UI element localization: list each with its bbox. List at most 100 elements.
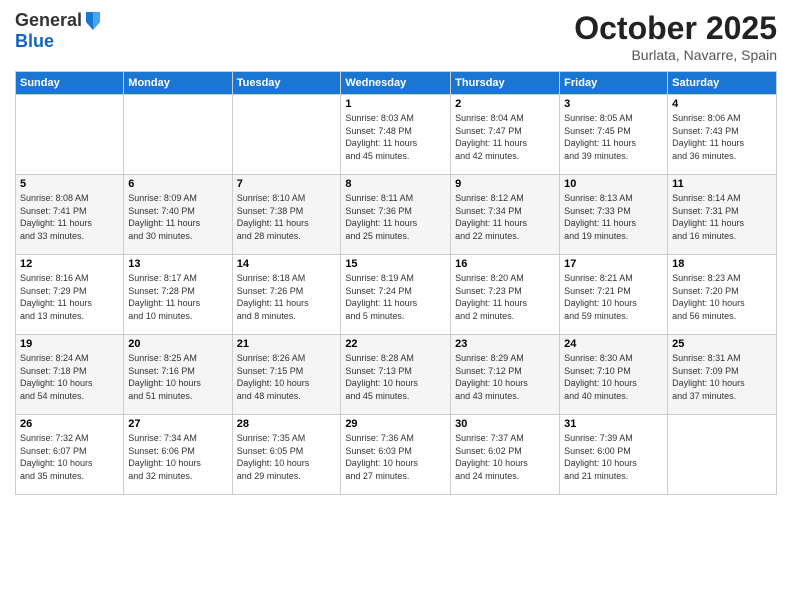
calendar-cell: 1 Sunrise: 8:03 AM Sunset: 7:48 PM Daylig… (341, 95, 451, 175)
day-info: Sunrise: 8:14 AM Sunset: 7:31 PM Dayligh… (672, 192, 772, 242)
header: General Blue October 2025 Burlata, Navar… (15, 10, 777, 63)
location: Burlata, Navarre, Spain (574, 47, 777, 63)
day-number: 13 (128, 258, 227, 270)
calendar-header-row: Sunday Monday Tuesday Wednesday Thursday… (16, 72, 777, 95)
day-info: Sunrise: 7:36 AM Sunset: 6:03 PM Dayligh… (345, 432, 446, 482)
day-info: Sunrise: 7:34 AM Sunset: 6:06 PM Dayligh… (128, 432, 227, 482)
calendar-cell: 11 Sunrise: 8:14 AM Sunset: 7:31 PM Dayli… (668, 175, 777, 255)
day-info: Sunrise: 7:39 AM Sunset: 6:00 PM Dayligh… (564, 432, 663, 482)
day-number: 15 (345, 258, 446, 270)
calendar-cell: 27 Sunrise: 7:34 AM Sunset: 6:06 PM Dayli… (124, 415, 232, 495)
calendar-cell (124, 95, 232, 175)
day-number: 5 (20, 178, 119, 190)
day-info: Sunrise: 8:26 AM Sunset: 7:15 PM Dayligh… (237, 352, 337, 402)
day-info: Sunrise: 8:16 AM Sunset: 7:29 PM Dayligh… (20, 272, 119, 322)
day-number: 7 (237, 178, 337, 190)
calendar-cell: 8Sunrise: 8:11 AM Sunset: 7:36 PM Daylig… (341, 175, 451, 255)
day-number: 3 (564, 98, 663, 110)
day-number: 27 (128, 418, 227, 430)
day-info: Sunrise: 8:17 AM Sunset: 7:28 PM Dayligh… (128, 272, 227, 322)
calendar-cell: 20 Sunrise: 8:25 AM Sunset: 7:16 PM Dayli… (124, 335, 232, 415)
col-monday: Monday (124, 72, 232, 95)
calendar-week-4: 19 Sunrise: 8:24 AM Sunset: 7:18 PM Dayli… (16, 335, 777, 415)
calendar-cell: 26Sunrise: 7:32 AM Sunset: 6:07 PM Dayli… (16, 415, 124, 495)
calendar-cell: 16 Sunrise: 8:20 AM Sunset: 7:23 PM Dayli… (451, 255, 560, 335)
calendar-cell: 2 Sunrise: 8:04 AM Sunset: 7:47 PM Daylig… (451, 95, 560, 175)
day-number: 16 (455, 258, 555, 270)
calendar-week-1: 1 Sunrise: 8:03 AM Sunset: 7:48 PM Daylig… (16, 95, 777, 175)
logo-icon (84, 10, 102, 32)
calendar-cell: 31 Sunrise: 7:39 AM Sunset: 6:00 PM Dayli… (560, 415, 668, 495)
day-info: Sunrise: 8:12 AM Sunset: 7:34 PM Dayligh… (455, 192, 555, 242)
day-info: Sunrise: 8:11 AM Sunset: 7:36 PM Dayligh… (345, 192, 446, 242)
day-info: Sunrise: 8:03 AM Sunset: 7:48 PM Dayligh… (345, 112, 446, 162)
page: General Blue October 2025 Burlata, Navar… (0, 0, 792, 612)
calendar-cell: 14Sunrise: 8:18 AM Sunset: 7:26 PM Dayli… (232, 255, 341, 335)
day-number: 1 (345, 98, 446, 110)
col-saturday: Saturday (668, 72, 777, 95)
calendar-cell: 3 Sunrise: 8:05 AM Sunset: 7:45 PM Daylig… (560, 95, 668, 175)
logo-general: General (15, 11, 82, 31)
day-info: Sunrise: 8:05 AM Sunset: 7:45 PM Dayligh… (564, 112, 663, 162)
day-number: 22 (345, 338, 446, 350)
calendar-cell: 30Sunrise: 7:37 AM Sunset: 6:02 PM Dayli… (451, 415, 560, 495)
calendar-cell: 22 Sunrise: 8:28 AM Sunset: 7:13 PM Dayli… (341, 335, 451, 415)
day-number: 11 (672, 178, 772, 190)
day-number: 10 (564, 178, 663, 190)
day-number: 23 (455, 338, 555, 350)
col-thursday: Thursday (451, 72, 560, 95)
day-info: Sunrise: 7:32 AM Sunset: 6:07 PM Dayligh… (20, 432, 119, 482)
day-number: 19 (20, 338, 119, 350)
calendar-cell: 15Sunrise: 8:19 AM Sunset: 7:24 PM Dayli… (341, 255, 451, 335)
calendar-cell: 10 Sunrise: 8:13 AM Sunset: 7:33 PM Dayli… (560, 175, 668, 255)
calendar-week-2: 5 Sunrise: 8:08 AM Sunset: 7:41 PM Daylig… (16, 175, 777, 255)
calendar-cell: 24Sunrise: 8:30 AM Sunset: 7:10 PM Dayli… (560, 335, 668, 415)
day-number: 25 (672, 338, 772, 350)
day-number: 4 (672, 98, 772, 110)
day-info: Sunrise: 8:04 AM Sunset: 7:47 PM Dayligh… (455, 112, 555, 162)
day-number: 17 (564, 258, 663, 270)
calendar-cell: 28 Sunrise: 7:35 AM Sunset: 6:05 PM Dayli… (232, 415, 341, 495)
calendar-cell: 12 Sunrise: 8:16 AM Sunset: 7:29 PM Dayli… (16, 255, 124, 335)
calendar-cell: 25 Sunrise: 8:31 AM Sunset: 7:09 PM Dayli… (668, 335, 777, 415)
day-info: Sunrise: 8:09 AM Sunset: 7:40 PM Dayligh… (128, 192, 227, 242)
day-info: Sunrise: 8:21 AM Sunset: 7:21 PM Dayligh… (564, 272, 663, 322)
calendar-week-3: 12 Sunrise: 8:16 AM Sunset: 7:29 PM Dayli… (16, 255, 777, 335)
day-info: Sunrise: 8:28 AM Sunset: 7:13 PM Dayligh… (345, 352, 446, 402)
title-block: October 2025 Burlata, Navarre, Spain (574, 10, 777, 63)
day-number: 31 (564, 418, 663, 430)
calendar-cell: 4 Sunrise: 8:06 AM Sunset: 7:43 PM Daylig… (668, 95, 777, 175)
day-number: 20 (128, 338, 227, 350)
month-title: October 2025 (574, 10, 777, 47)
day-info: Sunrise: 8:06 AM Sunset: 7:43 PM Dayligh… (672, 112, 772, 162)
day-number: 12 (20, 258, 119, 270)
day-info: Sunrise: 8:08 AM Sunset: 7:41 PM Dayligh… (20, 192, 119, 242)
day-number: 9 (455, 178, 555, 190)
day-number: 6 (128, 178, 227, 190)
day-info: Sunrise: 8:25 AM Sunset: 7:16 PM Dayligh… (128, 352, 227, 402)
day-number: 28 (237, 418, 337, 430)
calendar-cell: 5 Sunrise: 8:08 AM Sunset: 7:41 PM Daylig… (16, 175, 124, 255)
calendar-cell: 19 Sunrise: 8:24 AM Sunset: 7:18 PM Dayli… (16, 335, 124, 415)
calendar-cell: 13 Sunrise: 8:17 AM Sunset: 7:28 PM Dayli… (124, 255, 232, 335)
calendar-cell (16, 95, 124, 175)
day-info: Sunrise: 8:31 AM Sunset: 7:09 PM Dayligh… (672, 352, 772, 402)
calendar-cell: 7 Sunrise: 8:10 AM Sunset: 7:38 PM Daylig… (232, 175, 341, 255)
day-number: 21 (237, 338, 337, 350)
calendar-cell: 17 Sunrise: 8:21 AM Sunset: 7:21 PM Dayli… (560, 255, 668, 335)
col-tuesday: Tuesday (232, 72, 341, 95)
logo-blue: Blue (15, 31, 54, 51)
day-number: 30 (455, 418, 555, 430)
day-info: Sunrise: 8:20 AM Sunset: 7:23 PM Dayligh… (455, 272, 555, 322)
calendar-cell: 9 Sunrise: 8:12 AM Sunset: 7:34 PM Daylig… (451, 175, 560, 255)
day-info: Sunrise: 8:10 AM Sunset: 7:38 PM Dayligh… (237, 192, 337, 242)
day-number: 2 (455, 98, 555, 110)
calendar-week-5: 26Sunrise: 7:32 AM Sunset: 6:07 PM Dayli… (16, 415, 777, 495)
calendar-cell: 6 Sunrise: 8:09 AM Sunset: 7:40 PM Daylig… (124, 175, 232, 255)
day-info: Sunrise: 8:13 AM Sunset: 7:33 PM Dayligh… (564, 192, 663, 242)
col-wednesday: Wednesday (341, 72, 451, 95)
day-number: 29 (345, 418, 446, 430)
day-info: Sunrise: 7:35 AM Sunset: 6:05 PM Dayligh… (237, 432, 337, 482)
day-info: Sunrise: 8:24 AM Sunset: 7:18 PM Dayligh… (20, 352, 119, 402)
day-info: Sunrise: 8:18 AM Sunset: 7:26 PM Dayligh… (237, 272, 337, 322)
